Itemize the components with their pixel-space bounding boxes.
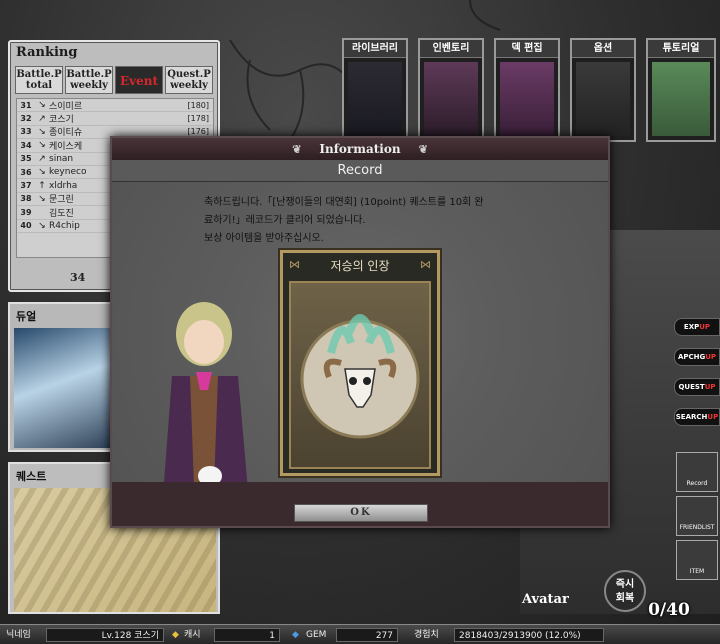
dialog-header: ❦ Information ❦ [112,138,608,160]
exp-up-button[interactable]: EXPUP [674,318,720,336]
ram-skull-icon [300,314,420,439]
ornament-icon: ❦ [418,143,428,156]
butterfly-icon: ⋈ [420,258,431,271]
menu-options[interactable]: 옵션 [570,38,636,142]
quest-up-button[interactable]: QUESTUP [674,378,720,396]
dialog-body: 축하드립니다.「[난쟁이들의 대연회] (10point) 퀘스트를 10회 완… [112,182,608,482]
options-art [576,62,630,136]
cash-icon: ◆ [172,630,179,640]
tab-event[interactable]: Event [115,66,163,94]
duel-artwork [14,328,118,448]
gem-value: 277 [336,628,398,642]
inventory-art [424,62,478,136]
gem-label: GEM [306,630,327,640]
dialog-subtitle: Record [112,160,608,182]
record-button[interactable]: Record [676,452,718,492]
menu-inventory[interactable]: 인벤토리 [418,38,484,142]
tab-battle-weekly[interactable]: Battle.P weekly [65,66,113,94]
search-up-button[interactable]: SEARCHUP [674,408,720,426]
tutorial-art [652,62,710,136]
cash-value: 1 [214,628,280,642]
tab-battle-total[interactable]: Battle.P total [15,66,63,94]
table-row[interactable]: 31 ↘ 스이미르 [180] [17,99,213,113]
menu-deck-edit[interactable]: 덱 편집 [494,38,560,142]
friendlist-label: FRIENDLIST [679,524,715,531]
deck-edit-art [500,62,554,136]
avatar-label[interactable]: Avatar [522,592,569,607]
item-button[interactable]: ITEM [676,540,718,580]
ok-button[interactable]: OK [294,504,428,522]
ranking-title: Ranking [16,45,78,60]
reward-seal-art [289,281,431,469]
ranking-page-number: 34 [70,271,86,284]
character-portrait [164,302,248,482]
friendlist-button[interactable]: FRIENDLIST [676,496,718,536]
exp-value: 2818403/2913900 (12.0%) [454,628,604,642]
information-dialog: ❦ Information ❦ Record 축하드립니다.「[난쟁이들의 대연회]… [110,136,610,528]
dialog-footer: OK [112,482,608,526]
item-label: ITEM [689,568,705,575]
gem-icon: ◆ [292,630,299,640]
dialog-message: 축하드립니다.「[난쟁이들의 대연회] (10point) 퀘스트를 10회 완… [204,197,484,244]
library-art [348,62,402,136]
apchg-up-button[interactable]: APCHGUP [674,348,720,366]
ranking-tabs: Battle.P total Battle.P weekly Event Que… [15,66,213,94]
cash-label: 캐시 [184,630,201,640]
reward-card: ⋈ 저승의 인장 ⋈ [280,250,440,476]
ornament-icon: ❦ [292,143,302,156]
nickname-label: 닉네임 [6,630,31,640]
table-row[interactable]: 32 ↗ 코스기 [178] [17,112,213,126]
status-bar: 닉네임 Lv.128 코스기 ◆ 캐시 1 ◆ GEM 277 경험치 2818… [0,624,720,644]
reward-title: 저승의 인장 [330,259,390,273]
duel-label: 듀얼 [16,310,37,323]
tab-quest-weekly[interactable]: Quest.P weekly [165,66,213,94]
menu-library[interactable]: 라이브러리 [342,38,408,142]
quest-label: 퀘스트 [16,470,47,483]
dialog-title: Information [319,142,401,156]
record-label: Record [686,480,708,487]
menu-tutorial[interactable]: 튜토리얼 [646,38,716,142]
level-name: Lv.128 코스기 [46,628,164,642]
exp-label: 경험치 [414,630,439,640]
